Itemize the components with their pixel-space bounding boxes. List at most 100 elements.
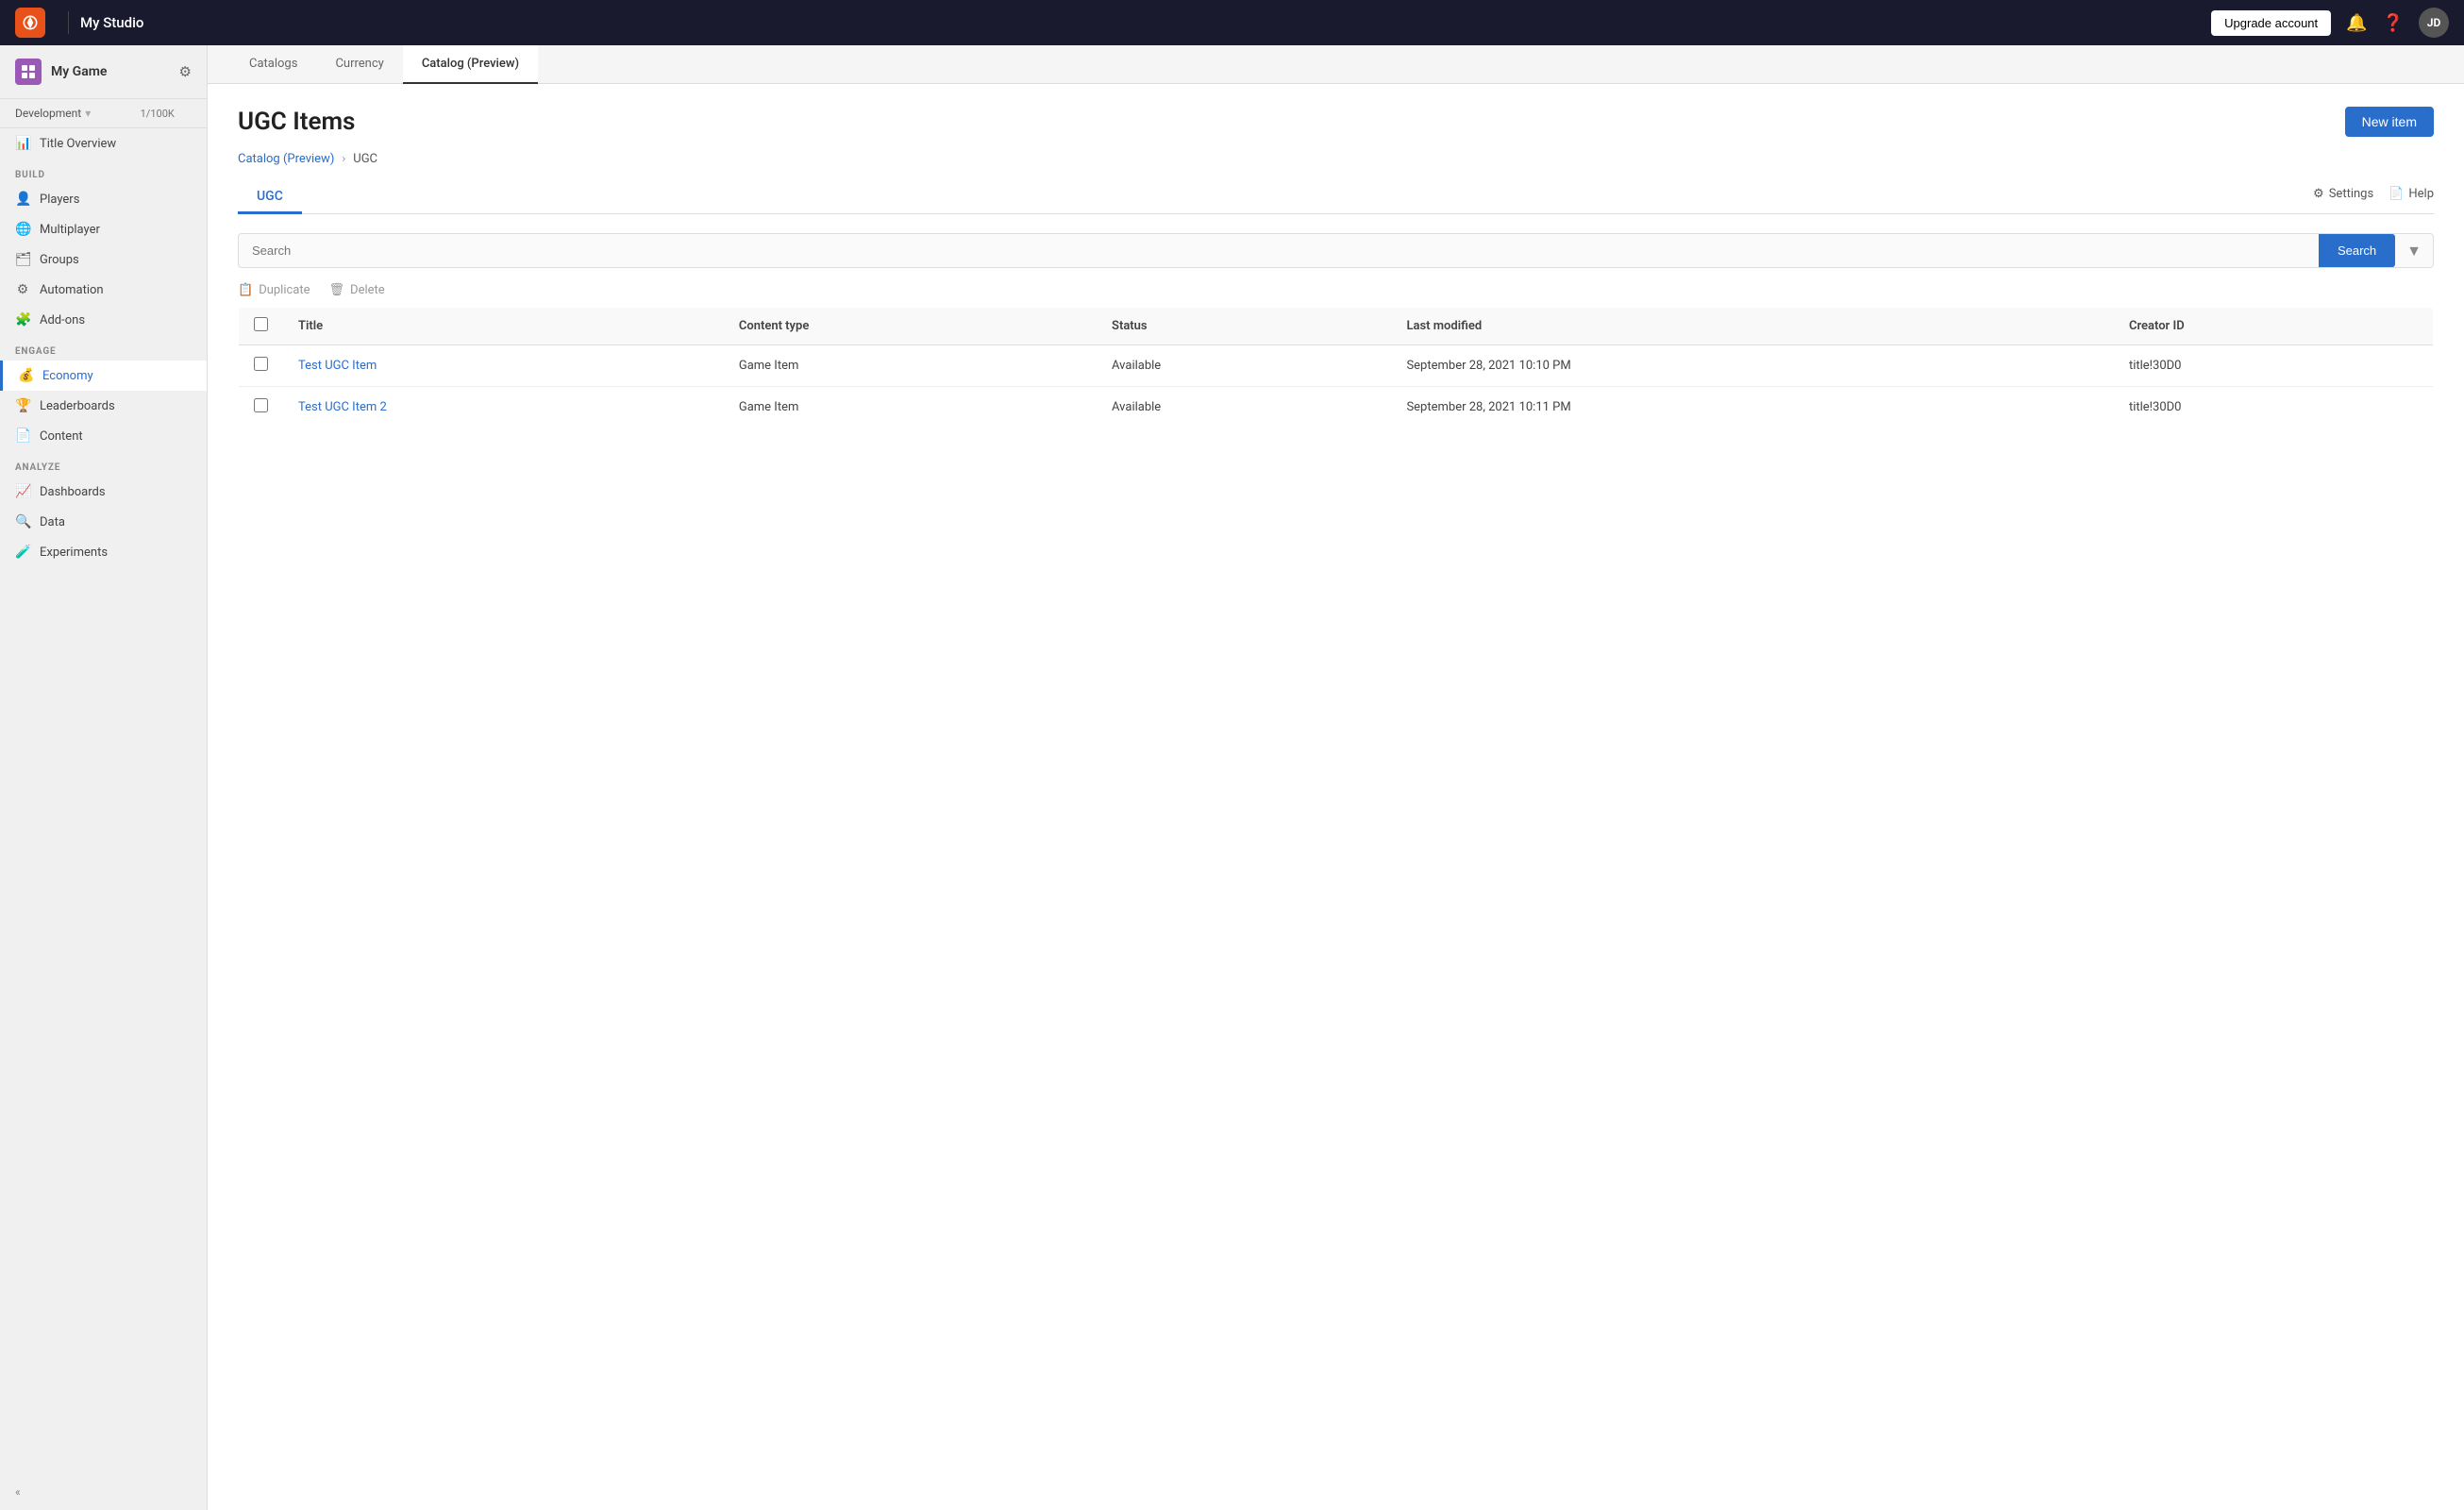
search-input[interactable] [239, 234, 2319, 267]
table-actions: 📋 Duplicate 🗑 Delete [238, 283, 2434, 297]
automation-icon: ⚙ [15, 282, 30, 297]
data-icon: 🔍 [15, 514, 30, 529]
sidebar-item-economy[interactable]: 💰 Economy [0, 361, 207, 391]
row-creator-id: title!30D0 [2114, 387, 2434, 428]
table-row: Test UGC Item Game Item Available Septem… [239, 345, 2434, 387]
row-checkbox-cell [239, 387, 284, 428]
data-label: Data [40, 515, 65, 529]
groups-icon: 🗂 [15, 252, 30, 267]
row-creator-id: title!30D0 [2114, 345, 2434, 387]
addons-icon: 🧩 [15, 312, 30, 327]
multiplayer-label: Multiplayer [40, 223, 100, 237]
th-status: Status [1097, 308, 1391, 345]
tab-bar: Catalogs Currency Catalog (Preview) [208, 45, 2464, 84]
settings-icon[interactable]: ⚙ [179, 63, 192, 80]
game-icon [15, 59, 42, 85]
leaderboards-icon: 🏆 [15, 398, 30, 413]
sub-tab-actions: ⚙ Settings 📄 Help [2313, 187, 2434, 209]
row-checkbox-0[interactable] [254, 357, 268, 371]
content-label: Content [40, 429, 83, 444]
nav-divider [68, 11, 69, 34]
environment-selector[interactable]: Development ▾ 1/100K [0, 99, 207, 128]
automation-label: Automation [40, 283, 104, 297]
app-logo [15, 8, 45, 38]
duplicate-action[interactable]: 📋 Duplicate [238, 283, 310, 297]
tab-catalogs[interactable]: Catalogs [230, 45, 316, 84]
game-selector[interactable]: My Game ⚙ [0, 45, 207, 99]
build-section-label: BUILD [0, 159, 207, 184]
breadcrumb-separator: › [342, 152, 345, 166]
sidebar-item-experiments[interactable]: 🧪 Experiments [0, 537, 207, 567]
new-item-button[interactable]: New item [2345, 107, 2434, 137]
row-content-type: Game Item [724, 387, 1097, 428]
sidebar-item-groups[interactable]: 🗂 Groups [0, 244, 207, 275]
help-icon[interactable]: ❓ [2383, 13, 2404, 33]
game-name: My Game [51, 64, 179, 79]
sidebar-item-dashboards[interactable]: 📈 Dashboards [0, 477, 207, 507]
sub-tab-ugc[interactable]: UGC [238, 181, 302, 214]
page-header: UGC Items New item [238, 107, 2434, 137]
select-all-checkbox[interactable] [254, 317, 268, 331]
upgrade-button[interactable]: Upgrade account [2211, 10, 2331, 36]
row-content-type: Game Item [724, 345, 1097, 387]
page-content: UGC Items New item Catalog (Preview) › U… [208, 84, 2464, 1510]
players-icon: 👤 [15, 192, 30, 207]
players-label: Players [40, 193, 79, 207]
help-doc-icon: 📄 [2389, 187, 2404, 201]
sidebar-item-content[interactable]: 📄 Content [0, 421, 207, 451]
th-creator-id: Creator ID [2114, 308, 2434, 345]
row-status: Available [1097, 345, 1391, 387]
table-header-row: Title Content type Status Last modified … [239, 308, 2434, 345]
ugc-items-table: Title Content type Status Last modified … [238, 307, 2434, 428]
notifications-icon[interactable]: 🔔 [2346, 13, 2367, 33]
experiments-label: Experiments [40, 545, 108, 560]
sidebar-item-title-overview[interactable]: 📊 Title Overview [0, 128, 207, 159]
row-title-link[interactable]: Test UGC Item [298, 359, 377, 373]
th-title: Title [283, 308, 724, 345]
experiments-icon: 🧪 [15, 545, 30, 560]
user-avatar[interactable]: JD [2419, 8, 2449, 38]
sidebar-item-leaderboards[interactable]: 🏆 Leaderboards [0, 391, 207, 421]
delete-action[interactable]: 🗑 Delete [329, 283, 385, 297]
title-overview-label: Title Overview [40, 137, 116, 151]
row-status: Available [1097, 387, 1391, 428]
sidebar-item-automation[interactable]: ⚙ Automation [0, 275, 207, 305]
analyze-section-label: ANALYZE [0, 451, 207, 477]
th-last-modified: Last modified [1391, 308, 2114, 345]
dashboards-icon: 📈 [15, 484, 30, 499]
page-title: UGC Items [238, 108, 2345, 136]
search-row: Search ▼ [238, 233, 2434, 268]
main-layout: My Game ⚙ Development ▾ 1/100K 📊 Title O… [0, 45, 2464, 1510]
environment-name: Development [15, 107, 81, 120]
chevron-down-icon: ▾ [85, 107, 136, 120]
multiplayer-icon: 🌐 [15, 222, 30, 237]
row-last-modified: September 28, 2021 10:10 PM [1391, 345, 2114, 387]
content-icon: 📄 [15, 428, 30, 444]
sidebar-item-players[interactable]: 👤 Players [0, 184, 207, 214]
content-area: Catalogs Currency Catalog (Preview) UGC … [208, 45, 2464, 1510]
th-select-all [239, 308, 284, 345]
row-title-link[interactable]: Test UGC Item 2 [298, 400, 387, 414]
duplicate-icon: 📋 [238, 283, 253, 297]
sidebar-item-addons[interactable]: 🧩 Add-ons [0, 305, 207, 335]
env-count: 1/100K [141, 108, 192, 120]
row-title: Test UGC Item [283, 345, 724, 387]
row-checkbox-1[interactable] [254, 398, 268, 412]
economy-label: Economy [42, 369, 93, 383]
leaderboards-label: Leaderboards [40, 399, 115, 413]
row-title: Test UGC Item 2 [283, 387, 724, 428]
tab-currency[interactable]: Currency [316, 45, 402, 84]
filter-icon[interactable]: ▼ [2395, 242, 2433, 260]
sidebar-collapse[interactable]: « [0, 1474, 207, 1510]
tab-catalog-preview[interactable]: Catalog (Preview) [403, 45, 538, 84]
studio-title: My Studio [80, 14, 143, 31]
addons-label: Add-ons [40, 313, 85, 327]
search-button[interactable]: Search [2319, 234, 2395, 267]
th-content-type: Content type [724, 308, 1097, 345]
sidebar-item-multiplayer[interactable]: 🌐 Multiplayer [0, 214, 207, 244]
groups-label: Groups [40, 253, 79, 267]
sidebar-item-data[interactable]: 🔍 Data [0, 507, 207, 537]
breadcrumb-parent[interactable]: Catalog (Preview) [238, 152, 334, 166]
settings-action[interactable]: ⚙ Settings [2313, 187, 2373, 201]
help-action[interactable]: 📄 Help [2389, 187, 2434, 201]
